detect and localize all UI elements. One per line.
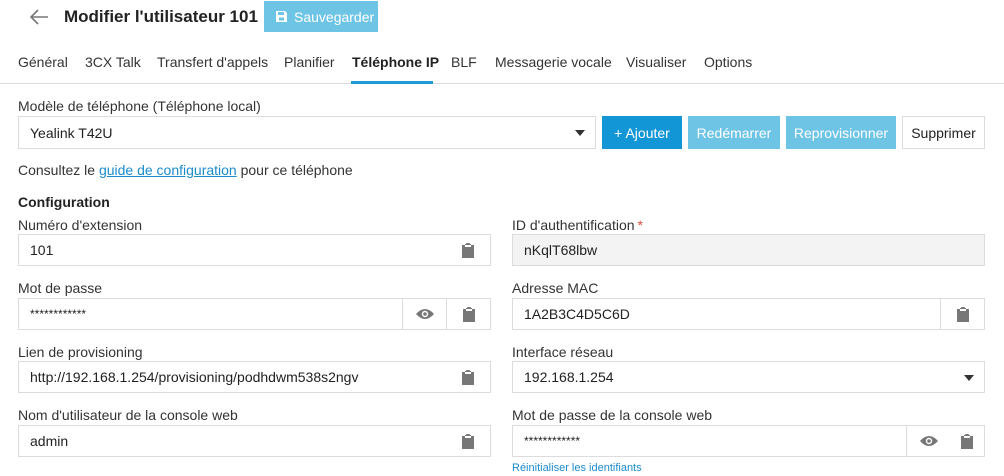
copy-provisioning-button[interactable]	[446, 362, 490, 392]
tab-options[interactable]: Options	[704, 54, 752, 70]
copy-password-button[interactable]	[446, 299, 490, 329]
provisioning-link-value: http://192.168.1.254/provisioning/podhdw…	[30, 369, 359, 385]
web-username-label: Nom d'utilisateur de la console web	[18, 407, 238, 423]
provisioning-link-label: Lien de provisioning	[18, 344, 143, 360]
auth-id-label: ID d'authentification *	[512, 217, 643, 233]
tab-ip-phone[interactable]: Téléphone IP	[352, 54, 439, 70]
show-web-password-button[interactable]	[906, 426, 950, 456]
page-header: Modifier l'utilisateur 101 Sauvegarder	[0, 0, 1004, 36]
config-guide-text: Consultez le guide de configuration pour…	[18, 162, 353, 178]
tab-3cx-talk[interactable]: 3CX Talk	[85, 54, 141, 70]
info-prefix: Consultez le	[18, 162, 99, 178]
tab-general[interactable]: Général	[18, 54, 68, 70]
tab-blf[interactable]: BLF	[451, 54, 477, 70]
save-button-label: Sauvegarder	[294, 8, 375, 25]
clipboard-icon	[462, 433, 474, 449]
tab-view[interactable]: Visualiser	[626, 54, 686, 70]
web-username-field[interactable]: admin	[18, 425, 491, 457]
web-password-field[interactable]: ************	[512, 425, 985, 457]
eye-icon	[919, 436, 938, 446]
mac-address-field[interactable]: 1A2B3C4D5C6D	[512, 298, 985, 330]
clipboard-icon	[462, 306, 475, 322]
delete-button[interactable]: Supprimer	[902, 116, 985, 149]
add-phone-button[interactable]: + Ajouter	[602, 116, 682, 149]
phone-model-select[interactable]: Yealink T42U	[18, 116, 596, 149]
clipboard-icon	[956, 306, 969, 322]
extension-label: Numéro d'extension	[18, 217, 143, 233]
copy-web-password-button[interactable]	[950, 426, 984, 456]
network-interface-select[interactable]: 192.168.1.254	[512, 361, 985, 393]
caret-down-icon	[575, 130, 585, 136]
copy-web-username-button[interactable]	[446, 426, 490, 456]
arrow-left-icon	[29, 9, 48, 25]
web-password-value: ************	[524, 434, 581, 448]
restart-button[interactable]: Redémarrer	[688, 116, 780, 149]
back-button[interactable]	[28, 7, 50, 27]
configuration-heading: Configuration	[18, 194, 110, 210]
web-username-value: admin	[30, 433, 69, 449]
mac-address-label: Adresse MAC	[512, 280, 599, 296]
password-label: Mot de passe	[18, 280, 103, 296]
copy-extension-button[interactable]	[446, 235, 490, 265]
network-interface-value: 192.168.1.254	[524, 369, 614, 385]
reset-credentials-link[interactable]: Réinitialiser les identifiants	[512, 462, 642, 474]
auth-id-value: nKqlT68lbw	[524, 242, 598, 258]
tab-bar: Général 3CX Talk Transfert d'appels Plan…	[0, 36, 1004, 84]
active-tab-indicator	[351, 81, 433, 84]
eye-icon	[415, 309, 434, 319]
clipboard-icon	[961, 433, 973, 449]
tab-voicemail[interactable]: Messagerie vocale	[495, 54, 612, 70]
config-guide-link[interactable]: guide de configuration	[99, 162, 237, 178]
reprovision-button[interactable]: Reprovisionner	[786, 116, 896, 149]
clipboard-icon	[462, 242, 474, 258]
web-password-label: Mot de passe de la console web	[512, 407, 713, 423]
auth-id-field[interactable]: nKqlT68lbw	[512, 234, 985, 266]
auth-id-label-text: ID d'authentification	[512, 217, 635, 233]
copy-mac-button[interactable]	[940, 299, 984, 329]
clipboard-icon	[462, 369, 474, 385]
tab-schedule[interactable]: Planifier	[284, 54, 335, 70]
tab-call-forwarding[interactable]: Transfert d'appels	[157, 54, 268, 70]
provisioning-link-field[interactable]: http://192.168.1.254/provisioning/podhdw…	[18, 361, 491, 393]
phone-model-value: Yealink T42U	[30, 124, 113, 141]
required-asterisk: *	[637, 217, 643, 233]
extension-value: 101	[30, 242, 54, 258]
page-title: Modifier l'utilisateur 101	[64, 7, 258, 26]
caret-down-icon	[964, 375, 974, 381]
mac-address-value: 1A2B3C4D5C6D	[524, 306, 630, 322]
info-suffix: pour ce téléphone	[236, 162, 353, 178]
show-password-button[interactable]	[402, 299, 446, 329]
save-button[interactable]: Sauvegarder	[264, 1, 378, 32]
password-field[interactable]: ************	[18, 298, 491, 330]
floppy-disk-icon	[276, 11, 287, 22]
phone-model-label: Modèle de téléphone (Téléphone local)	[18, 98, 261, 114]
extension-field[interactable]: 101	[18, 234, 491, 266]
network-interface-label: Interface réseau	[512, 344, 614, 360]
password-value: ************	[30, 307, 87, 321]
